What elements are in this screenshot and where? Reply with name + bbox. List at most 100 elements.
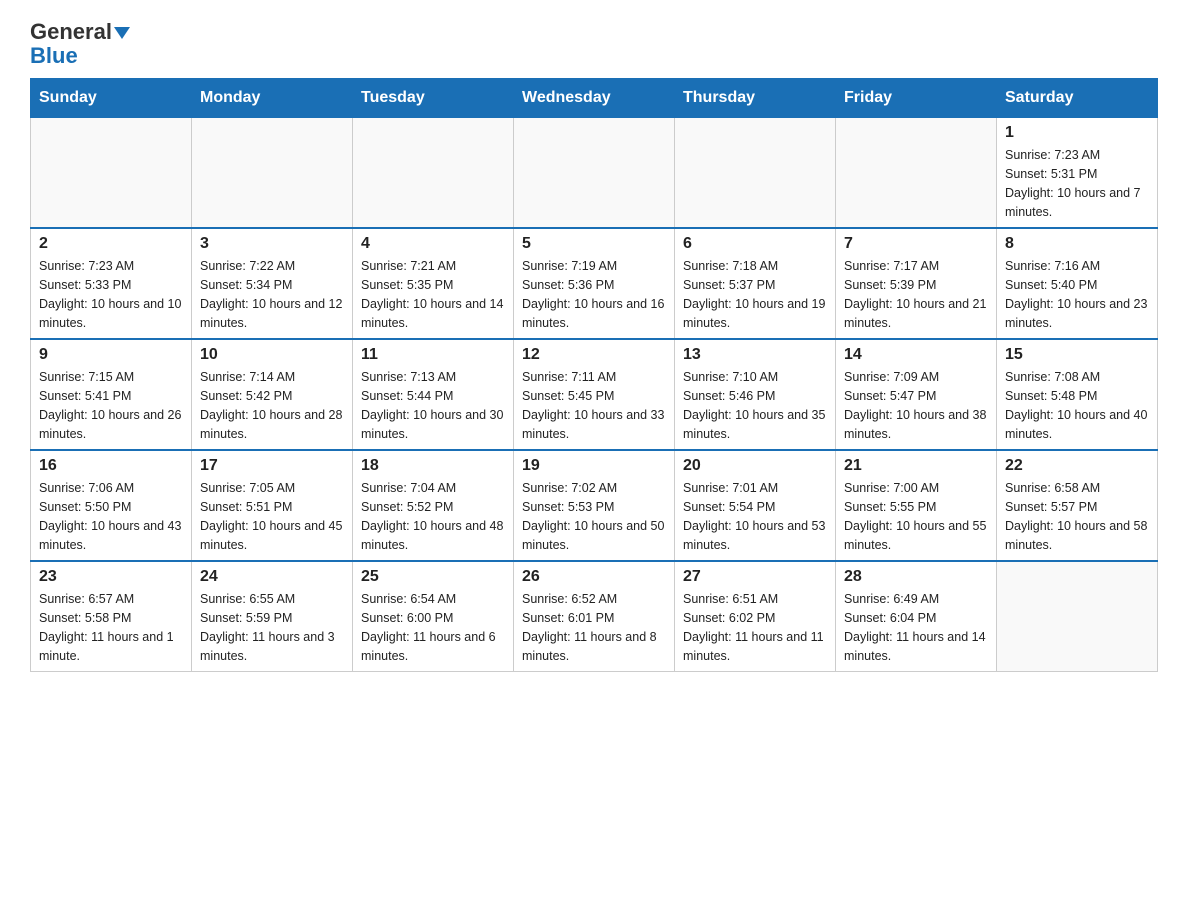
calendar-day-header-sunday: Sunday [31, 79, 192, 118]
day-info: Sunrise: 6:49 AMSunset: 6:04 PMDaylight:… [844, 590, 988, 665]
calendar-cell: 14 Sunrise: 7:09 AMSunset: 5:47 PMDayligh… [836, 339, 997, 450]
calendar-cell: 1 Sunrise: 7:23 AMSunset: 5:31 PMDaylight… [997, 118, 1158, 229]
day-info: Sunrise: 7:09 AMSunset: 5:47 PMDaylight:… [844, 368, 988, 443]
day-info: Sunrise: 7:23 AMSunset: 5:31 PMDaylight:… [1005, 146, 1149, 221]
day-number: 23 [39, 568, 183, 586]
calendar-cell: 11Sunrise: 7:13 AMSunset: 5:44 PMDayligh… [353, 339, 514, 450]
day-number: 5 [522, 235, 666, 253]
day-info: Sunrise: 6:55 AMSunset: 5:59 PMDaylight:… [200, 590, 344, 665]
day-number: 10 [200, 346, 344, 364]
day-number: 2 [39, 235, 183, 253]
calendar-cell: 4 Sunrise: 7:21 AMSunset: 5:35 PMDaylight… [353, 228, 514, 339]
page-header: General Blue [30, 20, 1158, 68]
day-number: 27 [683, 568, 827, 586]
day-number: 28 [844, 568, 988, 586]
calendar-cell: 27 Sunrise: 6:51 AMSunset: 6:02 PMDayligh… [675, 561, 836, 672]
calendar-cell: 18 Sunrise: 7:04 AMSunset: 5:52 PMDayligh… [353, 450, 514, 561]
calendar-cell [514, 118, 675, 229]
calendar-cell [353, 118, 514, 229]
calendar-cell: 2 Sunrise: 7:23 AMSunset: 5:33 PMDaylight… [31, 228, 192, 339]
day-info: Sunrise: 7:04 AMSunset: 5:52 PMDaylight:… [361, 479, 505, 554]
calendar-day-header-friday: Friday [836, 79, 997, 118]
calendar-day-header-wednesday: Wednesday [514, 79, 675, 118]
calendar-day-header-thursday: Thursday [675, 79, 836, 118]
day-info: Sunrise: 7:22 AMSunset: 5:34 PMDaylight:… [200, 257, 344, 332]
calendar-cell: 26Sunrise: 6:52 AMSunset: 6:01 PMDayligh… [514, 561, 675, 672]
calendar-cell: 7 Sunrise: 7:17 AMSunset: 5:39 PMDaylight… [836, 228, 997, 339]
day-number: 7 [844, 235, 988, 253]
day-info: Sunrise: 6:58 AMSunset: 5:57 PMDaylight:… [1005, 479, 1149, 554]
week-row-3: 9 Sunrise: 7:15 AMSunset: 5:41 PMDaylight… [31, 339, 1158, 450]
calendar-cell: 16 Sunrise: 7:06 AMSunset: 5:50 PMDayligh… [31, 450, 192, 561]
day-number: 1 [1005, 124, 1149, 142]
calendar-day-header-tuesday: Tuesday [353, 79, 514, 118]
calendar-cell: 24 Sunrise: 6:55 AMSunset: 5:59 PMDayligh… [192, 561, 353, 672]
calendar-cell: 10 Sunrise: 7:14 AMSunset: 5:42 PMDayligh… [192, 339, 353, 450]
day-info: Sunrise: 6:57 AMSunset: 5:58 PMDaylight:… [39, 590, 183, 665]
day-number: 11 [361, 346, 505, 364]
day-info: Sunrise: 7:18 AMSunset: 5:37 PMDaylight:… [683, 257, 827, 332]
week-row-2: 2 Sunrise: 7:23 AMSunset: 5:33 PMDaylight… [31, 228, 1158, 339]
day-number: 15 [1005, 346, 1149, 364]
day-info: Sunrise: 7:16 AMSunset: 5:40 PMDaylight:… [1005, 257, 1149, 332]
day-number: 13 [683, 346, 827, 364]
day-info: Sunrise: 7:11 AMSunset: 5:45 PMDaylight:… [522, 368, 666, 443]
day-info: Sunrise: 7:15 AMSunset: 5:41 PMDaylight:… [39, 368, 183, 443]
day-number: 6 [683, 235, 827, 253]
day-info: Sunrise: 6:51 AMSunset: 6:02 PMDaylight:… [683, 590, 827, 665]
calendar-cell: 13 Sunrise: 7:10 AMSunset: 5:46 PMDayligh… [675, 339, 836, 450]
calendar-cell: 6 Sunrise: 7:18 AMSunset: 5:37 PMDaylight… [675, 228, 836, 339]
day-info: Sunrise: 7:17 AMSunset: 5:39 PMDaylight:… [844, 257, 988, 332]
day-number: 12 [522, 346, 666, 364]
day-info: Sunrise: 7:21 AMSunset: 5:35 PMDaylight:… [361, 257, 505, 332]
day-number: 21 [844, 457, 988, 475]
calendar-cell [675, 118, 836, 229]
week-row-4: 16 Sunrise: 7:06 AMSunset: 5:50 PMDayligh… [31, 450, 1158, 561]
day-info: Sunrise: 7:14 AMSunset: 5:42 PMDaylight:… [200, 368, 344, 443]
calendar-cell [192, 118, 353, 229]
calendar-cell: 9 Sunrise: 7:15 AMSunset: 5:41 PMDaylight… [31, 339, 192, 450]
calendar-table: SundayMondayTuesdayWednesdayThursdayFrid… [30, 78, 1158, 672]
day-number: 8 [1005, 235, 1149, 253]
day-number: 24 [200, 568, 344, 586]
day-number: 3 [200, 235, 344, 253]
day-number: 19 [522, 457, 666, 475]
calendar-cell: 15 Sunrise: 7:08 AMSunset: 5:48 PMDayligh… [997, 339, 1158, 450]
day-info: Sunrise: 7:23 AMSunset: 5:33 PMDaylight:… [39, 257, 183, 332]
calendar-cell: 19 Sunrise: 7:02 AMSunset: 5:53 PMDayligh… [514, 450, 675, 561]
day-number: 16 [39, 457, 183, 475]
day-number: 14 [844, 346, 988, 364]
day-number: 4 [361, 235, 505, 253]
calendar-cell: 23 Sunrise: 6:57 AMSunset: 5:58 PMDayligh… [31, 561, 192, 672]
calendar-cell: 12 Sunrise: 7:11 AMSunset: 5:45 PMDayligh… [514, 339, 675, 450]
logo-triangle-icon [114, 27, 130, 39]
calendar-cell: 28 Sunrise: 6:49 AMSunset: 6:04 PMDayligh… [836, 561, 997, 672]
day-number: 25 [361, 568, 505, 586]
day-info: Sunrise: 7:19 AMSunset: 5:36 PMDaylight:… [522, 257, 666, 332]
calendar-day-header-monday: Monday [192, 79, 353, 118]
day-number: 18 [361, 457, 505, 475]
day-info: Sunrise: 6:54 AMSunset: 6:00 PMDaylight:… [361, 590, 505, 665]
day-info: Sunrise: 7:08 AMSunset: 5:48 PMDaylight:… [1005, 368, 1149, 443]
day-info: Sunrise: 7:05 AMSunset: 5:51 PMDaylight:… [200, 479, 344, 554]
day-number: 9 [39, 346, 183, 364]
calendar-cell: 17Sunrise: 7:05 AMSunset: 5:51 PMDayligh… [192, 450, 353, 561]
calendar-cell [997, 561, 1158, 672]
calendar-header-row: SundayMondayTuesdayWednesdayThursdayFrid… [31, 79, 1158, 118]
day-info: Sunrise: 7:02 AMSunset: 5:53 PMDaylight:… [522, 479, 666, 554]
week-row-1: 1 Sunrise: 7:23 AMSunset: 5:31 PMDaylight… [31, 118, 1158, 229]
calendar-cell: 5 Sunrise: 7:19 AMSunset: 5:36 PMDaylight… [514, 228, 675, 339]
day-info: Sunrise: 7:01 AMSunset: 5:54 PMDaylight:… [683, 479, 827, 554]
week-row-5: 23 Sunrise: 6:57 AMSunset: 5:58 PMDayligh… [31, 561, 1158, 672]
day-info: Sunrise: 7:00 AMSunset: 5:55 PMDaylight:… [844, 479, 988, 554]
logo-general-text: General [30, 20, 130, 44]
day-number: 22 [1005, 457, 1149, 475]
calendar-cell: 25 Sunrise: 6:54 AMSunset: 6:00 PMDayligh… [353, 561, 514, 672]
calendar-cell: 8 Sunrise: 7:16 AMSunset: 5:40 PMDaylight… [997, 228, 1158, 339]
calendar-day-header-saturday: Saturday [997, 79, 1158, 118]
logo-blue-text: Blue [30, 44, 130, 68]
calendar-cell: 3 Sunrise: 7:22 AMSunset: 5:34 PMDaylight… [192, 228, 353, 339]
day-info: Sunrise: 7:10 AMSunset: 5:46 PMDaylight:… [683, 368, 827, 443]
calendar-cell: 22 Sunrise: 6:58 AMSunset: 5:57 PMDayligh… [997, 450, 1158, 561]
day-info: Sunrise: 7:06 AMSunset: 5:50 PMDaylight:… [39, 479, 183, 554]
